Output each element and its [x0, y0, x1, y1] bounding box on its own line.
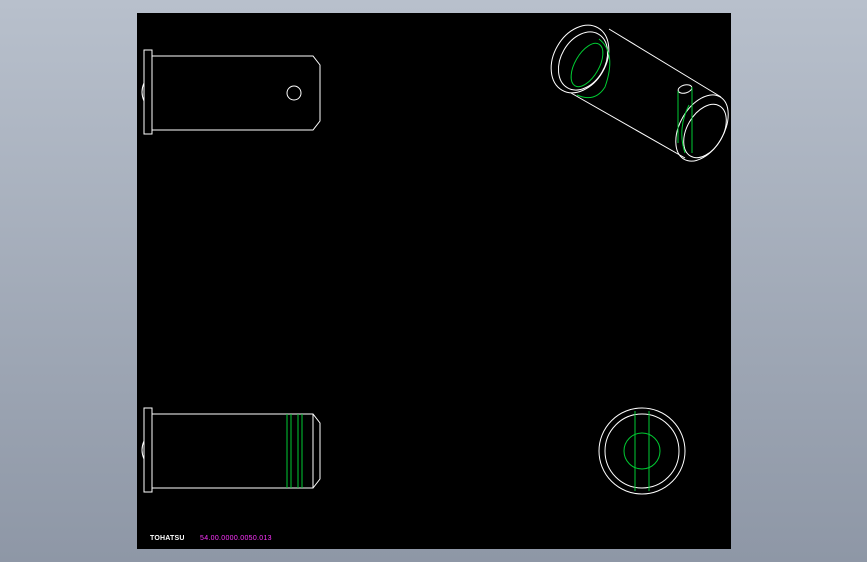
bottom-view-body-outline: [152, 413, 321, 489]
bottom-view: [141, 407, 321, 493]
front-view-head-flange: [143, 49, 153, 135]
isometric-view: [550, 24, 729, 162]
front-view-cross-hole: [286, 85, 302, 101]
iso-body-edge-bottom: [570, 92, 686, 159]
front-view-body-outline: [152, 55, 321, 131]
end-view-bore-circle: [623, 432, 661, 470]
iso-cross-hole: [677, 84, 693, 94]
iso-head-hidden-a: [570, 42, 604, 88]
cad-model-space[interactable]: TOHATSU 54.00.0000.0050.013: [137, 13, 731, 549]
iso-body-edge-top: [608, 28, 722, 98]
front-view: [141, 49, 321, 135]
iso-end-inner: [683, 103, 727, 159]
end-view-inner-circle: [604, 413, 680, 489]
title-block-drawing-number: 54.00.0000.0050.013: [200, 535, 272, 542]
iso-end-hidden: [681, 104, 690, 154]
title-block-logo: TOHATSU: [150, 535, 185, 542]
end-view-outer-circle: [598, 407, 686, 495]
bottom-view-head-flange: [143, 407, 153, 493]
end-view: [598, 407, 686, 495]
cad-drawing: [141, 24, 729, 495]
